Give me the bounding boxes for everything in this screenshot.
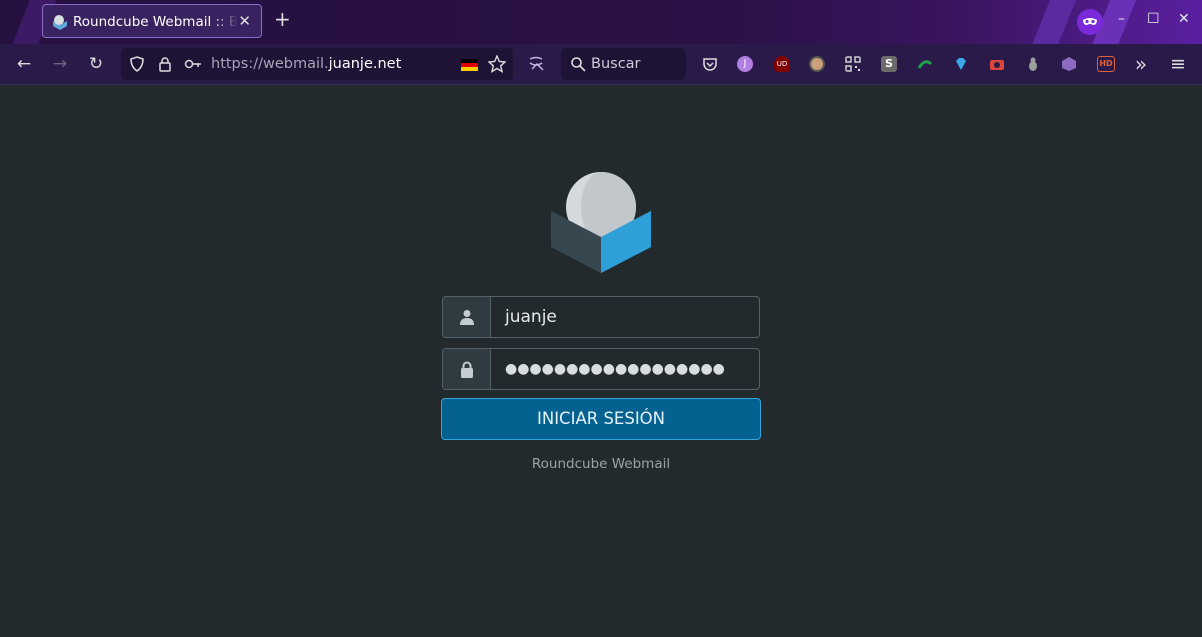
password-input[interactable]: ●●●●●●●●●●●●●●●●●● bbox=[491, 349, 759, 389]
minimize-button[interactable]: – bbox=[1118, 11, 1125, 27]
navigation-bar: ← → ↻ https://webmail.juanje.net Buscar … bbox=[0, 44, 1202, 85]
password-field: ●●●●●●●●●●●●●●●●●● bbox=[442, 348, 760, 390]
address-bar[interactable]: https://webmail.juanje.net bbox=[121, 48, 513, 80]
key-icon[interactable] bbox=[184, 56, 202, 72]
green-wave-icon[interactable] bbox=[917, 56, 933, 72]
private-browsing-icon bbox=[1077, 9, 1103, 35]
browser-tab[interactable]: Roundcube Webmail :: Bienvenido a Roundc… bbox=[42, 4, 262, 38]
tab-bar: Roundcube Webmail :: Bienvenido a Roundc… bbox=[0, 0, 1202, 44]
new-tab-button[interactable]: + bbox=[274, 9, 291, 29]
footer-product-name: Roundcube Webmail bbox=[531, 456, 671, 472]
forward-button[interactable]: → bbox=[50, 54, 70, 74]
s-label: S bbox=[885, 57, 893, 70]
login-page: juanje ●●●●●●●●●●●●●●●●●● INICIAR SESIÓN… bbox=[0, 85, 1202, 637]
search-icon bbox=[571, 57, 586, 72]
roundcube-favicon-icon bbox=[53, 15, 67, 30]
camera-icon[interactable] bbox=[989, 56, 1005, 72]
url-prefix: https://webmail. bbox=[211, 56, 329, 72]
search-box[interactable]: Buscar bbox=[561, 48, 686, 80]
username-field: juanje bbox=[442, 296, 760, 338]
german-flag-icon[interactable] bbox=[461, 59, 478, 71]
roundcube-logo-icon bbox=[551, 172, 651, 273]
shield-icon[interactable] bbox=[129, 56, 145, 72]
lock-icon bbox=[443, 349, 491, 389]
ublock-label: UD bbox=[776, 60, 788, 68]
bookmark-star-icon[interactable] bbox=[488, 55, 506, 73]
search-placeholder: Buscar bbox=[591, 56, 641, 72]
user-icon bbox=[443, 297, 491, 337]
cube-icon[interactable] bbox=[1061, 56, 1077, 72]
gem-icon[interactable] bbox=[953, 56, 969, 72]
j-avatar-icon[interactable]: J bbox=[737, 56, 753, 72]
username-input[interactable]: juanje bbox=[491, 297, 759, 337]
ublock-icon[interactable]: UD bbox=[774, 56, 790, 72]
lock-icon[interactable] bbox=[157, 56, 173, 72]
login-submit-button[interactable]: INICIAR SESIÓN bbox=[441, 398, 761, 440]
j-avatar-label: J bbox=[743, 58, 747, 69]
s-icon[interactable]: S bbox=[881, 56, 897, 72]
back-button[interactable]: ← bbox=[14, 54, 34, 74]
overflow-menu-icon[interactable]: » bbox=[1131, 54, 1151, 74]
hamburger-menu-icon[interactable]: ≡ bbox=[1168, 54, 1188, 74]
tab-title: Roundcube Webmail :: Bienvenido a Roundc… bbox=[73, 14, 238, 30]
bug-icon[interactable] bbox=[1025, 56, 1041, 72]
url-domain: juanje.net bbox=[328, 56, 402, 72]
reload-button[interactable]: ↻ bbox=[86, 54, 106, 74]
theme-stripe bbox=[1025, 0, 1081, 44]
meerkat-icon[interactable] bbox=[809, 56, 825, 72]
close-window-button[interactable]: ✕ bbox=[1178, 11, 1190, 27]
maximize-button[interactable]: ☐ bbox=[1147, 11, 1160, 27]
pocket-icon[interactable] bbox=[702, 56, 718, 72]
url-text: https://webmail.juanje.net bbox=[211, 56, 401, 72]
tab-close-icon[interactable]: ✕ bbox=[238, 12, 251, 30]
hd-label: HD bbox=[1099, 59, 1113, 68]
hd-icon[interactable]: HD bbox=[1097, 56, 1115, 72]
screenshot-tool-icon[interactable] bbox=[528, 55, 546, 73]
qr-code-icon[interactable] bbox=[845, 56, 861, 72]
